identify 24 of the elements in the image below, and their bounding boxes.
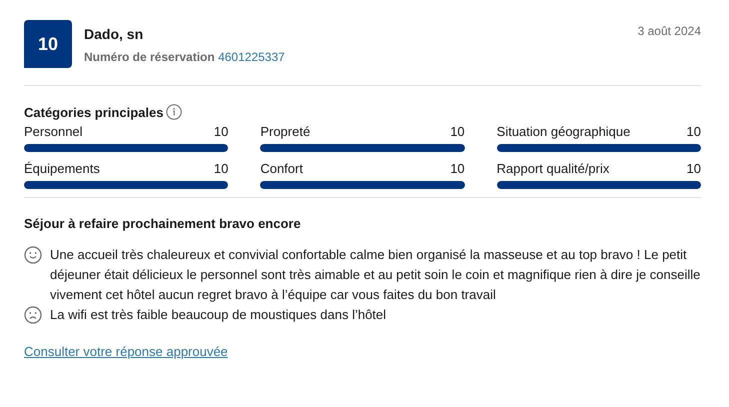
reviewer-name: Dado, sn xyxy=(84,26,144,42)
review-title: Séjour à refaire prochainement bravo encore xyxy=(24,215,302,233)
smiley-face-icon xyxy=(24,246,42,264)
info-icon[interactable] xyxy=(166,104,182,120)
category-name: Équipements xyxy=(24,161,100,176)
section-title: Catégories principales xyxy=(24,104,164,120)
category-name: Rapport qualité/prix xyxy=(496,161,610,176)
category-score: 10 xyxy=(686,161,701,176)
comment-text: Une accueil très chaleureux et convivial confortable calme bien organisé la masseuse et au top bravo ! Le petit déjeuner était délicieux le personnel sont très aimable et au petit soin le coin et magnifique rien à dire je conseille vivement cet hôtel aucun regret bravo à l’équipe car vous faites du bon travail xyxy=(50,246,701,304)
category-name: Confort xyxy=(260,161,303,176)
review-date: 3 août 2024 xyxy=(638,23,701,38)
category-score: 10 xyxy=(450,124,465,139)
category-name: Propreté xyxy=(260,124,310,139)
booking-number: Numéro de réservation 4601225337 xyxy=(84,50,286,64)
category-name: Personnel xyxy=(24,124,83,139)
category-score: 10 xyxy=(450,161,465,176)
category-name: Situation géographique xyxy=(496,124,630,139)
category-score: 10 xyxy=(214,161,228,176)
category-score: 10 xyxy=(214,124,228,139)
comment-text: La wifi est très faible beaucoup de moustiques dans l’hôtel xyxy=(50,306,388,324)
score-badge: 10 xyxy=(24,20,72,68)
sad-face-icon xyxy=(24,306,42,324)
category-score: 10 xyxy=(686,124,701,139)
approved-response-link[interactable]: Consulter votre réponse approuvée xyxy=(24,344,228,359)
